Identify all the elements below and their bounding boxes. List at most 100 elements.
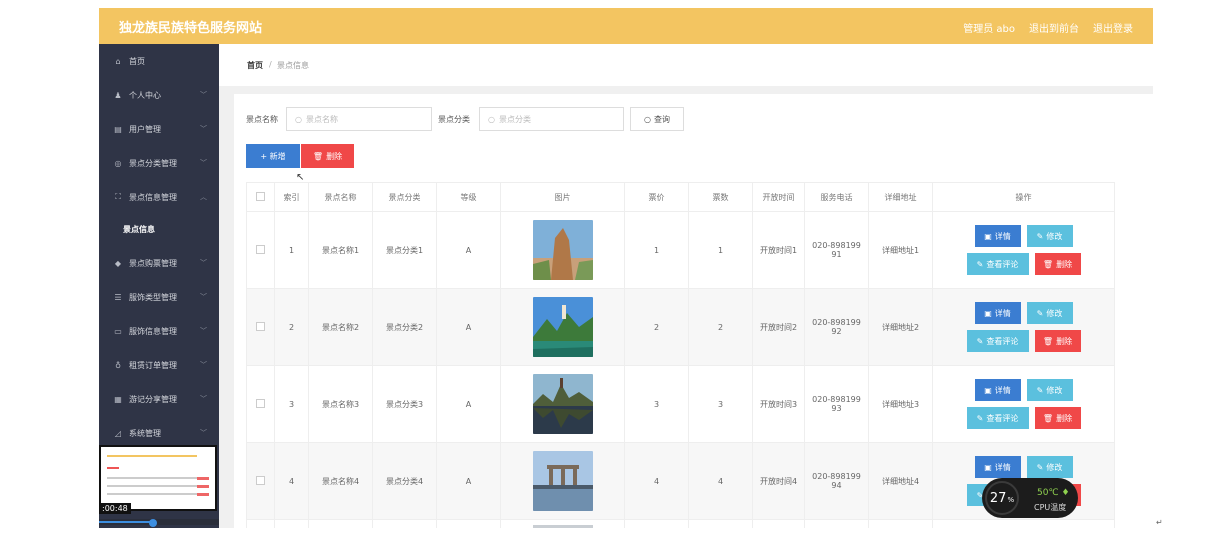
breadcrumb-home[interactable]: 首页 xyxy=(247,60,263,71)
search-icon: ○ xyxy=(295,114,302,124)
spot-category-input[interactable]: ○ 景点分类 xyxy=(479,107,624,131)
video-progress-slider[interactable] xyxy=(99,519,219,527)
pencil-icon: ✎ xyxy=(1036,462,1044,472)
cpu-monitor-widget[interactable]: 27% 50℃ ♦ CPU温度 xyxy=(982,478,1078,518)
view-reviews-button[interactable]: ✎查看评论 xyxy=(966,253,1029,275)
edit-button[interactable]: ✎ 修改 xyxy=(1026,225,1073,247)
delete-button[interactable]: 🗑删除 xyxy=(1034,253,1081,275)
cpu-temperature-label: CPU温度 xyxy=(1034,503,1067,512)
logout-link[interactable]: 退出登录 xyxy=(1093,20,1133,35)
top-links: 管理员 abo 退出到前台 退出登录 xyxy=(963,20,1133,35)
column-header: 景点分类 xyxy=(372,182,437,212)
batch-delete-button[interactable]: 🗑 删除 xyxy=(301,144,354,168)
cell-image xyxy=(500,519,625,528)
thumb-button xyxy=(197,485,209,488)
sidebar-item-costume-info[interactable]: ▭ 服饰信息管理 ﹀ xyxy=(99,314,219,348)
sidebar-item-ticketing[interactable]: ◆ 景点购票管理 ﹀ xyxy=(99,246,219,280)
edit-button[interactable]: ✎ 修改 xyxy=(1026,456,1073,478)
cell-phone: 020-898199 93 xyxy=(804,365,869,443)
sidebar-item-spot-info[interactable]: ⛶ 景点信息管理 ︿ xyxy=(99,180,219,214)
sidebar-item-profile[interactable]: ♟ 个人中心 ﹀ xyxy=(99,78,219,112)
row-select-cell[interactable] xyxy=(246,442,275,520)
pencil-icon: ✎ xyxy=(976,413,984,423)
select-all-checkbox[interactable] xyxy=(256,191,265,201)
column-header: 等级 xyxy=(436,182,501,212)
column-header: 索引 xyxy=(274,182,309,212)
cell-actions: ▣详情✎修改 ✎查看评论🗑删除 xyxy=(932,288,1115,366)
view-reviews-button[interactable]: ✎查看评论 xyxy=(966,407,1029,429)
chevron-down-icon: ﹀ xyxy=(200,429,207,437)
row-select-cell[interactable] xyxy=(246,365,275,443)
detail-label: 详情 xyxy=(994,308,1011,318)
edit-label: 修改 xyxy=(1046,308,1063,318)
row-checkbox[interactable] xyxy=(256,244,265,254)
delete-label: 删除 xyxy=(326,151,343,161)
cell-level: A xyxy=(436,288,501,366)
sidebar-item-label: 服饰类型管理 xyxy=(129,292,177,302)
spot-photo-partial xyxy=(532,524,593,528)
delete-button[interactable]: 🗑删除 xyxy=(1034,407,1081,429)
chevron-down-icon: ﹀ xyxy=(200,327,207,335)
sidebar-subitem-spot-info[interactable]: 景点信息 xyxy=(99,214,219,244)
column-header: 票价 xyxy=(624,182,689,212)
select-all-cell[interactable] xyxy=(246,182,275,212)
delete-label: 删除 xyxy=(1056,413,1073,423)
top-bar: 独龙族民族特色服务网站 管理员 abo 退出到前台 退出登录 xyxy=(99,8,1153,44)
sidebar-item-label: 游记分享管理 xyxy=(129,394,177,404)
pencil-icon: ✎ xyxy=(1036,385,1044,395)
thumb-line xyxy=(107,485,203,487)
admin-user-link[interactable]: 管理员 abo xyxy=(963,20,1015,35)
edit-button[interactable]: ✎ 修改 xyxy=(1026,302,1073,324)
site-title: 独龙族民族特色服务网站 xyxy=(119,21,263,36)
pin-icon: ◆ xyxy=(114,258,122,268)
exit-to-front-link[interactable]: 退出到前台 xyxy=(1029,20,1079,35)
phone-part: 020-898199 xyxy=(812,395,861,404)
row-select-cell[interactable] xyxy=(246,211,275,289)
leaf-icon: ♦ xyxy=(1061,488,1070,498)
add-button[interactable]: + 新增 xyxy=(246,144,300,168)
document-icon: ▣ xyxy=(984,385,992,395)
sidebar-item-rental-orders[interactable]: ♁ 租赁订单管理 ﹀ xyxy=(99,348,219,382)
spot-name-input[interactable]: ○ 景点名称 xyxy=(286,107,432,131)
detail-button[interactable]: ▣ 详情 xyxy=(974,379,1021,401)
sidebar-item-costume-type[interactable]: ☰ 服饰类型管理 ﹀ xyxy=(99,280,219,314)
user-icon: ♟ xyxy=(114,90,122,100)
sidebar-item-home[interactable]: ⌂ 首页 xyxy=(99,44,219,78)
detail-button[interactable]: ▣ 详情 xyxy=(974,225,1021,247)
settings-icon: ◿ xyxy=(114,428,122,438)
detail-button[interactable]: ▣ 详情 xyxy=(974,456,1021,478)
detail-button[interactable]: ▣ 详情 xyxy=(974,302,1021,324)
query-label: 查询 xyxy=(653,114,670,124)
row-checkbox[interactable] xyxy=(256,398,265,408)
cpu-usage-ring: 27% xyxy=(985,481,1019,515)
delete-button[interactable]: 🗑删除 xyxy=(1034,330,1081,352)
edit-button[interactable]: ✎ 修改 xyxy=(1026,379,1073,401)
query-button[interactable]: ○ 查询 xyxy=(630,107,684,131)
video-thumbnail[interactable] xyxy=(99,445,217,511)
content-panel: 景点名称 ○ 景点名称 景点分类 ○ 景点分类 ○ 查询 + 新增 🗑 删除 ↖ 索引 … xyxy=(234,94,1153,528)
view-reviews-button[interactable]: ✎查看评论 xyxy=(966,330,1029,352)
row-checkbox[interactable] xyxy=(256,321,265,331)
sidebar-item-label: 首页 xyxy=(129,56,145,66)
return-mark: ↵ xyxy=(1156,518,1163,527)
cell-open-time: 开放时间2 xyxy=(752,288,805,366)
pencil-icon: ✎ xyxy=(976,259,984,269)
row-checkbox[interactable] xyxy=(256,475,265,485)
cell-name: 景点名称2 xyxy=(308,288,373,366)
chat-icon: ▭ xyxy=(114,326,122,336)
sidebar-item-users[interactable]: ▤ 用户管理 ﹀ xyxy=(99,112,219,146)
review-label: 查看评论 xyxy=(986,259,1019,269)
cell-level: A xyxy=(436,442,501,520)
cell-phone: 020-898199 92 xyxy=(804,288,869,366)
cell-price: 1 xyxy=(624,211,689,289)
review-label: 查看评论 xyxy=(986,336,1019,346)
video-progress-knob[interactable] xyxy=(149,519,157,527)
trash-icon: 🗑 xyxy=(1042,336,1054,346)
cell-image xyxy=(500,288,625,366)
cell-name: 景点名称4 xyxy=(308,442,373,520)
sidebar-item-travel-notes[interactable]: ▦ 游记分享管理 ﹀ xyxy=(99,382,219,416)
cell-category: 景点分类2 xyxy=(372,288,437,366)
cell-name: 景点名称1 xyxy=(308,211,373,289)
sidebar-item-spot-category[interactable]: ◎ 景点分类管理 ﹀ xyxy=(99,146,219,180)
row-select-cell[interactable] xyxy=(246,288,275,366)
